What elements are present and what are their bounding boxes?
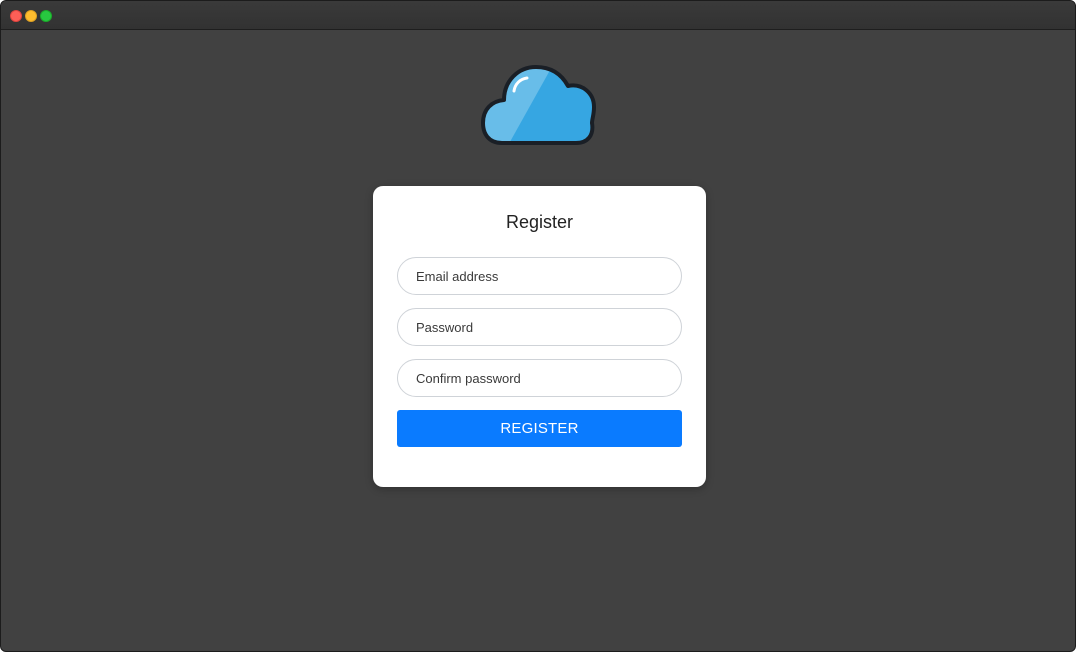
- register-card: Register REGISTER: [373, 186, 706, 487]
- confirm-password-field[interactable]: [397, 359, 682, 397]
- cloud-icon: [480, 63, 600, 149]
- email-field[interactable]: [397, 257, 682, 295]
- confirm-password-input[interactable]: [398, 360, 666, 396]
- minimize-window-button[interactable]: [25, 10, 37, 22]
- app-window: Register REGISTER: [0, 0, 1076, 652]
- email-input[interactable]: [398, 258, 666, 294]
- title-bar: [1, 1, 1075, 30]
- password-field[interactable]: [397, 308, 682, 346]
- password-input[interactable]: [398, 309, 666, 345]
- close-window-button[interactable]: [10, 10, 22, 22]
- register-button[interactable]: REGISTER: [397, 410, 682, 447]
- maximize-window-button[interactable]: [40, 10, 52, 22]
- register-title: Register: [505, 212, 574, 232]
